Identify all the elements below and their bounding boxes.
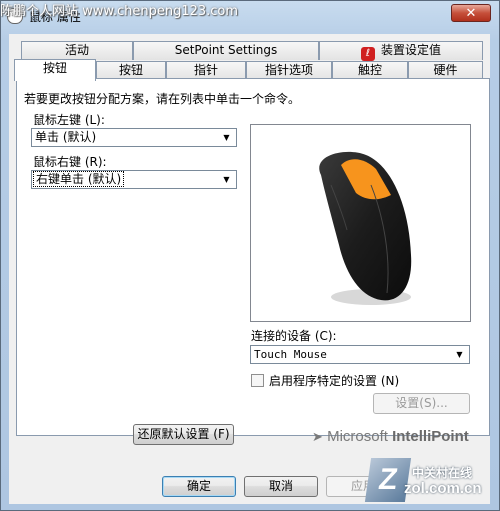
- left-button-value: 单击 (默认): [35, 130, 97, 144]
- microsoft-intellipoint-logo: ➤ Microsoft IntelliPoint: [312, 428, 469, 445]
- right-button-label: 鼠标右键 (R):: [33, 155, 107, 169]
- mouse-preview-image: [250, 124, 471, 322]
- site-watermark: 陈鹏个人网站 www.chenpeng123.com: [0, 4, 239, 19]
- ok-button[interactable]: 确定: [162, 476, 236, 497]
- left-button-label: 鼠标左键 (L):: [33, 113, 105, 127]
- left-button-select[interactable]: 单击 (默认) ▼: [31, 128, 237, 147]
- tab-setpoint-settings[interactable]: SetPoint Settings: [133, 41, 319, 60]
- logitech-icon: ℓ: [360, 47, 375, 61]
- touch-mouse-illustration: [319, 151, 412, 305]
- settings-button[interactable]: 设置(S)...: [373, 393, 470, 414]
- tab-buttons-active[interactable]: 按钮: [14, 59, 96, 81]
- zol-name: 中关村在线: [412, 466, 473, 480]
- right-button-value: 右键单击 (默认): [33, 171, 125, 187]
- chevron-down-icon: ▼: [456, 350, 463, 359]
- chevron-down-icon: ▼: [223, 133, 230, 142]
- app-settings-row[interactable]: 启用程序特定的设置 (N): [251, 372, 399, 389]
- right-button-select[interactable]: 右键单击 (默认) ▼: [31, 170, 237, 189]
- cancel-button[interactable]: 取消: [244, 476, 318, 497]
- connected-device-select[interactable]: Touch Mouse ▼: [250, 345, 470, 364]
- device-value: Touch Mouse: [254, 348, 327, 361]
- tab-device-settings[interactable]: ℓ 装置设定值: [319, 41, 483, 61]
- restore-defaults-button[interactable]: 还原默认设置 (F): [133, 424, 234, 445]
- zol-domain: zol.com.cn: [404, 480, 482, 497]
- instruction-text: 若要更改按钮分配方案，请在列表中单击一个命令。: [24, 92, 301, 106]
- app-settings-label: 启用程序特定的设置 (N): [269, 374, 400, 388]
- zol-watermark: Z 中关村在线 zol.com.cn: [364, 458, 482, 502]
- connected-device-label: 连接的设备 (C):: [251, 329, 337, 343]
- cursor-icon: ➤: [312, 429, 323, 444]
- close-button[interactable]: ✕: [451, 4, 491, 22]
- chevron-down-icon: ▼: [223, 175, 230, 184]
- app-settings-checkbox[interactable]: [251, 374, 264, 387]
- tab-activity[interactable]: 活动: [21, 41, 133, 60]
